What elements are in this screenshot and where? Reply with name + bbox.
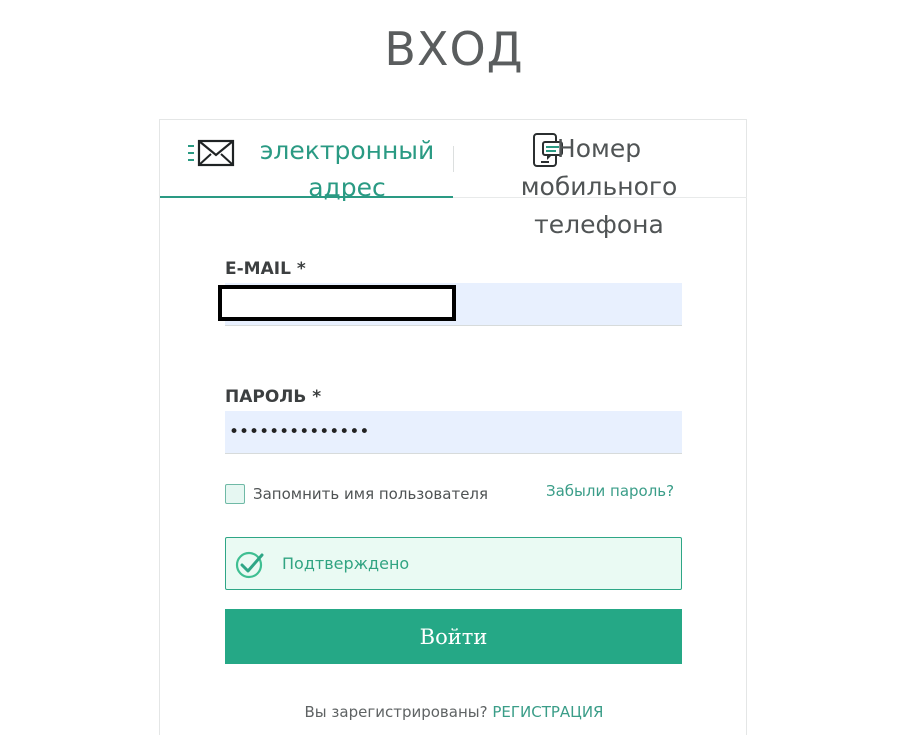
envelope-icon bbox=[188, 139, 235, 167]
forgot-password-link[interactable]: Забыли пароль? bbox=[546, 482, 674, 500]
remember-me[interactable]: Запомнить имя пользователя bbox=[225, 482, 488, 506]
redaction-box bbox=[218, 285, 456, 321]
register-link[interactable]: РЕГИСТРАЦИЯ bbox=[492, 703, 603, 721]
email-label: E-MAIL * bbox=[225, 259, 306, 279]
register-question: Вы зарегистрированы? bbox=[304, 703, 488, 721]
tab-email-label: электронный адрес bbox=[259, 136, 435, 202]
tab-email[interactable]: электронный адрес bbox=[160, 120, 453, 202]
check-circle-icon bbox=[235, 551, 264, 578]
remember-checkbox[interactable] bbox=[225, 484, 245, 504]
password-label: ПАРОЛЬ * bbox=[225, 387, 322, 407]
login-button[interactable]: Войти bbox=[225, 609, 682, 664]
captcha-status: Подтверждено bbox=[225, 537, 682, 590]
tab-phone-label: Номер мобильного телефона bbox=[520, 134, 678, 239]
remember-label: Запомнить имя пользователя bbox=[253, 485, 489, 503]
register-prompt: Вы зарегистрированы? РЕГИСТРАЦИЯ bbox=[160, 703, 748, 721]
page-title: ВХОД bbox=[384, 22, 524, 76]
tab-phone[interactable]: Номер мобильного телефона bbox=[454, 120, 747, 239]
captcha-text: Подтверждено bbox=[282, 554, 410, 573]
login-card: электронный адрес Номер мобильного телеф… bbox=[159, 119, 747, 735]
login-page: ВХОД электронный адрес Номер мобильного … bbox=[0, 0, 920, 735]
password-input[interactable] bbox=[225, 411, 682, 454]
active-tab-indicator bbox=[160, 196, 453, 198]
